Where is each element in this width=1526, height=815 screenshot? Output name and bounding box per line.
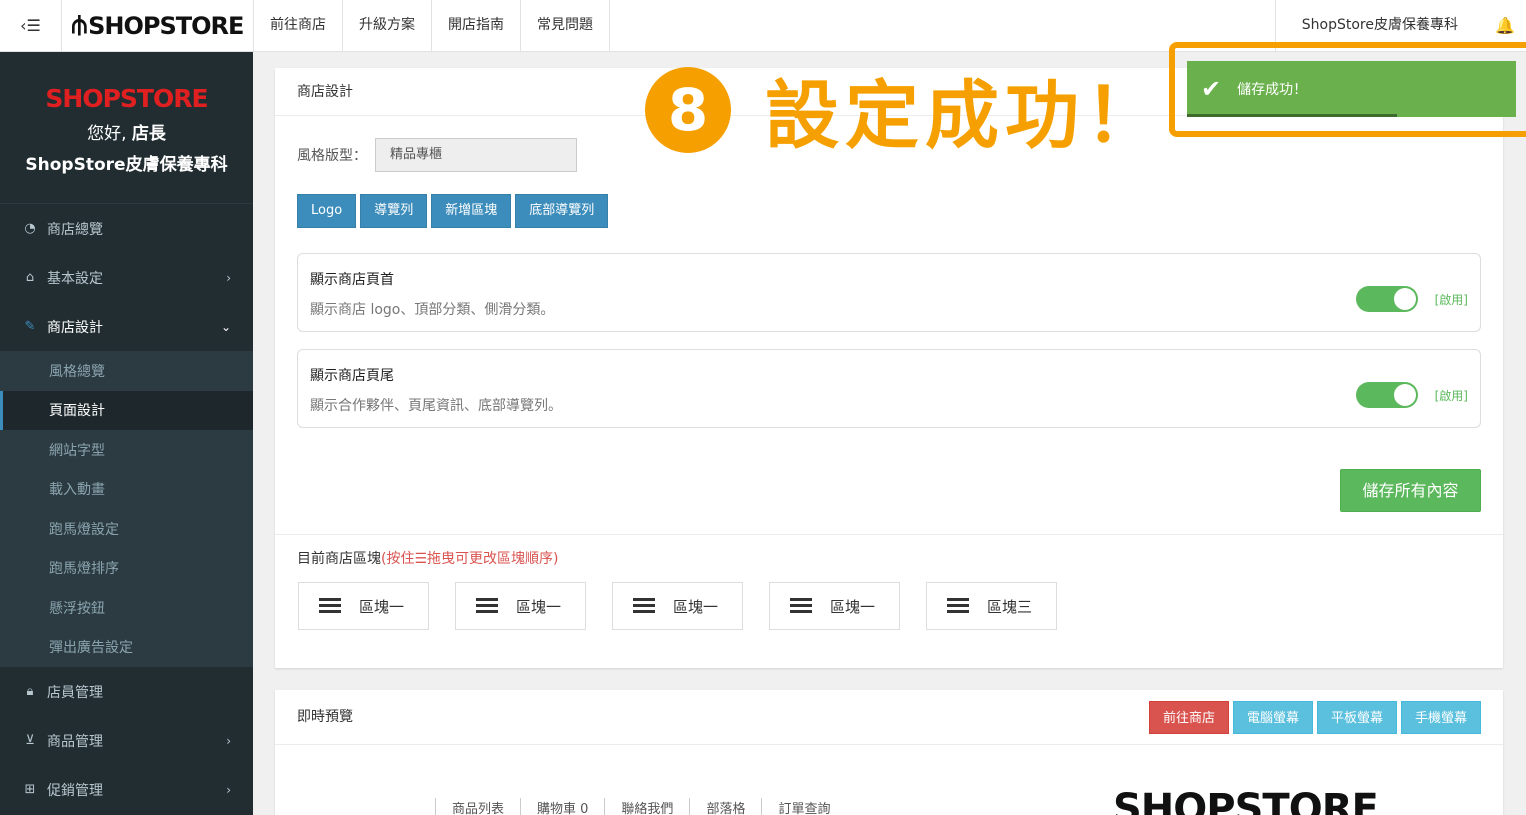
nav-store-guide[interactable]: 開店指南	[432, 0, 521, 51]
footer-setting-title: 顯示商店頁尾	[310, 368, 394, 384]
nav-faq[interactable]: 常見問題	[521, 0, 610, 51]
sidebar-item-products[interactable]: ⊻ 商品管理 ›	[0, 716, 253, 765]
chevron-right-icon: ›	[226, 270, 231, 285]
lock-icon: 🔒︎	[26, 684, 34, 699]
live-preview-card: 即時預覽 前往商店 電腦螢幕 平板螢幕 手機螢幕 商品列表 購物車 0 聯絡我們…	[275, 690, 1503, 815]
block-item[interactable]: 區塊一	[612, 582, 743, 630]
sidebar-store-name: ShopStore皮膚保養專科	[25, 155, 228, 175]
menu-icon: ‹☰	[20, 16, 41, 35]
nav-visit-store[interactable]: 前往商店	[254, 0, 343, 51]
preview-nav-item[interactable]: 聯絡我們	[604, 798, 689, 815]
preview-nav-item[interactable]: 訂單查詢	[761, 798, 846, 815]
drag-handle-icon[interactable]	[476, 598, 498, 614]
sidebar-item-promotions[interactable]: ⊞ 促銷管理 ›	[0, 765, 253, 814]
navbar-button[interactable]: 導覽列	[360, 194, 428, 228]
toast-message: 儲存成功！	[1237, 82, 1308, 98]
sidebar-logo: SHOPSTORE	[45, 84, 208, 113]
add-block-button[interactable]: 新增區塊	[431, 194, 512, 228]
sidebar-item-store-design[interactable]: ✎ 商店設計 ⌄	[0, 302, 253, 351]
block-item[interactable]: 區塊三	[926, 582, 1057, 630]
bank-icon: ⌂	[25, 270, 35, 285]
greeting: 您好, 店長	[87, 124, 166, 144]
sidebar-item-basic-settings[interactable]: ⌂ 基本設定 ›	[0, 253, 253, 302]
drag-handle-icon[interactable]	[633, 598, 655, 614]
preview-nav: 商品列表 購物車 0 聯絡我們 部落格 訂單查詢	[435, 798, 846, 815]
toast-progress-bar	[1187, 114, 1397, 117]
preview-nav-item[interactable]: 商品列表	[435, 798, 520, 815]
step-number-badge: 8	[645, 66, 731, 153]
footer-setting-desc: 顯示合作夥伴、頁尾資訊、底部導覽列。	[310, 398, 562, 414]
sidebar-item-dashboard[interactable]: ◔ 商店總覽	[0, 204, 253, 253]
header-setting-desc: 顯示商店 logo、頂部分類、側滑分類。	[310, 302, 555, 318]
dashboard-icon: ◔	[24, 221, 36, 236]
step-annotation: 8 設定成功！	[645, 56, 1165, 163]
top-nav: 前往商店 升級方案 開店指南 常見問題	[254, 0, 610, 51]
nav-upgrade-plan[interactable]: 升級方案	[343, 0, 432, 51]
sidebar-subitem-marquee-settings[interactable]: 跑馬燈設定	[0, 509, 253, 549]
step-annotation-text: 設定成功！	[765, 73, 1165, 159]
footer-toggle-status: [啟用]	[1434, 389, 1468, 403]
footer-nav-button[interactable]: 底部導覽列	[515, 194, 609, 228]
cart-icon: ⊻	[25, 733, 35, 748]
sidebar-toggle-button[interactable]: ‹☰	[0, 0, 62, 51]
header-toggle-status: [啟用]	[1434, 293, 1468, 307]
sidebar-subitem-floating-button[interactable]: 懸浮按鈕	[0, 588, 253, 628]
toggle-knob	[1394, 384, 1416, 406]
chevron-right-icon: ›	[226, 782, 231, 797]
logo-button[interactable]: Logo	[297, 194, 357, 228]
preview-buttons: 前往商店 電腦螢幕 平板螢幕 手機螢幕	[1148, 701, 1481, 734]
sidebar-subitem-fonts[interactable]: 網站字型	[0, 430, 253, 470]
style-label: 風格版型：	[297, 148, 367, 164]
chevron-right-icon: ›	[226, 733, 231, 748]
preview-nav-item[interactable]: 部落格	[689, 798, 761, 815]
drag-handle-icon[interactable]	[790, 598, 812, 614]
toggle-knob	[1394, 288, 1416, 310]
chevron-down-icon: ⌄	[220, 319, 231, 334]
gift-icon: ⊞	[24, 782, 36, 797]
drag-handle-icon[interactable]	[319, 598, 341, 614]
sidebar-submenu: 風格總覽 頁面設計 網站字型 載入動畫 跑馬燈設定 跑馬燈排序 懸浮按鈕 彈出廣…	[0, 351, 253, 667]
preview-tablet-button[interactable]: 平板螢幕	[1316, 701, 1397, 734]
save-all-button[interactable]: 儲存所有內容	[1340, 469, 1481, 512]
style-field: 風格版型： 精品專櫃	[297, 138, 577, 172]
footer-setting-box: 顯示商店頁尾 顯示合作夥伴、頁尾資訊、底部導覽列。 [啟用]	[297, 349, 1481, 428]
preview-desktop-button[interactable]: 電腦螢幕	[1232, 701, 1313, 734]
preview-visit-store-button[interactable]: 前往商店	[1148, 701, 1229, 734]
drag-handle-icon[interactable]	[947, 598, 969, 614]
sidebar-subitem-style-overview[interactable]: 風格總覽	[0, 351, 253, 391]
divider	[275, 534, 1503, 535]
style-input[interactable]: 精品專櫃	[375, 138, 577, 172]
sidebar-header: SHOPSTORE 您好, 店長 ShopStore皮膚保養專科	[0, 52, 253, 204]
header-toggle[interactable]	[1356, 286, 1418, 312]
design-buttons: Logo 導覽列 新增區塊 底部導覽列	[297, 194, 609, 228]
header-setting-title: 顯示商店頁首	[310, 272, 394, 288]
wand-icon: ✎	[24, 319, 36, 334]
sidebar-subitem-popup-ads[interactable]: 彈出廣告設定	[0, 628, 253, 668]
sidebar-item-staff[interactable]: 🔒︎ 店員管理	[0, 667, 253, 716]
footer-toggle[interactable]	[1356, 382, 1418, 408]
preview-mobile-button[interactable]: 手機螢幕	[1400, 701, 1481, 734]
sidebar-subitem-loading-animation[interactable]: 載入動畫	[0, 470, 253, 510]
blocks-title: 目前商店區塊(按住☰拖曳可更改區塊順序)	[297, 551, 559, 567]
bell-icon[interactable]: 🔔	[1484, 16, 1526, 35]
header-setting-box: 顯示商店頁首 顯示商店 logo、頂部分類、側滑分類。 [啟用]	[297, 253, 1481, 332]
block-item[interactable]: 區塊一	[455, 582, 586, 630]
preview-nav-item[interactable]: 購物車 0	[520, 798, 604, 815]
success-toast[interactable]: ✔ 儲存成功！	[1187, 61, 1516, 117]
block-item[interactable]: 區塊一	[298, 582, 429, 630]
sidebar: SHOPSTORE 您好, 店長 ShopStore皮膚保養專科 ◔ 商店總覽 ⌂…	[0, 52, 253, 815]
logo-mark-icon: ⫛	[71, 10, 87, 40]
check-icon: ✔	[1201, 75, 1222, 103]
sidebar-menu: ◔ 商店總覽 ⌂ 基本設定 › ✎ 商店設計 ⌄ 風格總覽 頁面設計 網站字型 載入動畫 …	[0, 204, 253, 814]
block-list: 區塊一 區塊一 區塊一 區塊一 區塊三	[298, 582, 1057, 630]
preview-logo: SHOPSTORE	[1113, 786, 1379, 815]
brand-logo[interactable]: ⫛ SHOPSTORE	[62, 0, 254, 51]
sidebar-subitem-marquee-order[interactable]: 跑馬燈排序	[0, 549, 253, 589]
sidebar-subitem-page-design[interactable]: 頁面設計	[0, 390, 253, 430]
block-item[interactable]: 區塊一	[769, 582, 900, 630]
blocks-hint: (按住☰拖曳可更改區塊順序)	[381, 551, 559, 567]
